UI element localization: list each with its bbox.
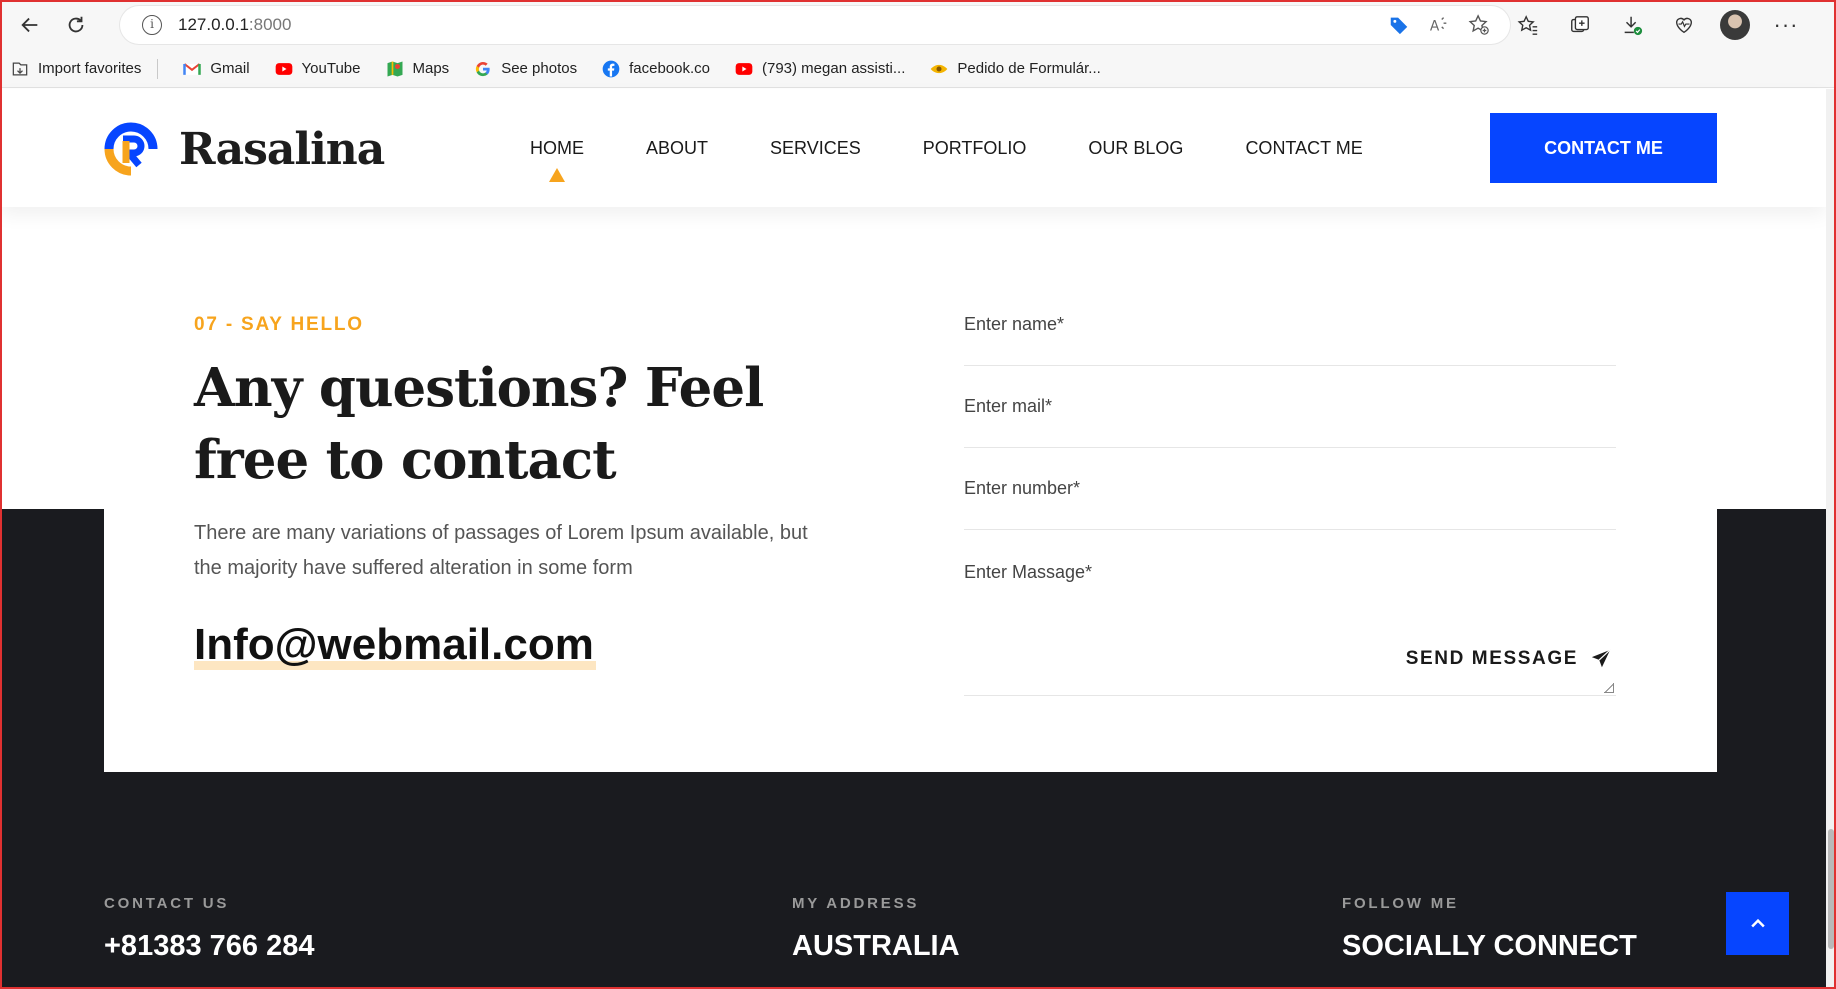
bookmark-megan[interactable]: (793) megan assisti... bbox=[734, 59, 905, 79]
footer-contact: CONTACT US +81383 766 284 bbox=[104, 895, 314, 963]
footer-phone[interactable]: +81383 766 284 bbox=[104, 930, 314, 963]
bookmark-label: See photos bbox=[501, 60, 578, 77]
footer-follow: FOLLOW ME SOCIALLY CONNECT bbox=[1342, 895, 1637, 963]
read-aloud-icon[interactable]: A bbox=[1426, 12, 1452, 38]
message-textarea[interactable] bbox=[964, 562, 1616, 642]
facebook-icon bbox=[601, 59, 621, 79]
nav-services[interactable]: SERVICES bbox=[770, 138, 861, 159]
section-title: Any questions? Feel free to contact bbox=[194, 357, 764, 491]
eye-icon bbox=[929, 59, 949, 79]
bookmark-gmail[interactable]: Gmail bbox=[182, 59, 250, 79]
bookmark-label: Pedido de Formulár... bbox=[957, 60, 1101, 77]
reload-button[interactable] bbox=[58, 7, 94, 43]
footer-social-value: SOCIALLY CONNECT bbox=[1342, 930, 1637, 962]
scrollbar-thumb[interactable] bbox=[1828, 829, 1834, 949]
page-scrollbar[interactable] bbox=[1826, 89, 1836, 989]
bookmark-label: Import favorites bbox=[38, 60, 142, 77]
mail-field-wrapper bbox=[964, 366, 1616, 448]
number-input[interactable] bbox=[964, 478, 1616, 499]
section-description: There are many variations of passages of… bbox=[194, 522, 808, 579]
url-text[interactable]: 127.0.0.1:8000 bbox=[178, 15, 291, 35]
bookmark-label: YouTube bbox=[301, 60, 361, 77]
section-eyebrow: 07 - SAY HELLO bbox=[194, 314, 364, 335]
bookmark-see-photos[interactable]: See photos bbox=[473, 59, 577, 79]
back-button[interactable] bbox=[12, 7, 48, 43]
contact-section: 07 - SAY HELLO Any questions? Feel free … bbox=[104, 216, 1717, 772]
email-input[interactable] bbox=[964, 396, 1616, 417]
footer-address: MY ADDRESS AUSTRALIA bbox=[792, 895, 960, 963]
maps-icon bbox=[385, 59, 405, 79]
site-logo[interactable]: Rasalina bbox=[103, 121, 385, 177]
nav-our-blog[interactable]: OUR BLOG bbox=[1088, 138, 1183, 159]
bookmark-label: facebook.co bbox=[629, 60, 710, 77]
profile-avatar[interactable] bbox=[1720, 10, 1750, 40]
brand-name: Rasalina bbox=[179, 123, 385, 175]
svg-text:A: A bbox=[1430, 19, 1440, 35]
send-message-button[interactable]: SEND MESSAGE bbox=[1406, 648, 1612, 670]
nav-portfolio[interactable]: PORTFOLIO bbox=[923, 138, 1027, 159]
footer-address-value: AUSTRALIA bbox=[792, 930, 960, 962]
bookmark-label: Gmail bbox=[210, 60, 250, 77]
add-favorite-icon[interactable] bbox=[1466, 12, 1492, 38]
name-field-wrapper bbox=[964, 284, 1616, 366]
nav-contact-me[interactable]: CONTACT ME bbox=[1245, 138, 1362, 159]
contact-form: SEND MESSAGE bbox=[964, 284, 1616, 696]
gmail-icon bbox=[182, 59, 202, 79]
email-link[interactable]: Info@webmail.com bbox=[194, 620, 596, 670]
bookmark-facebook[interactable]: facebook.co bbox=[601, 59, 710, 79]
downloads-icon[interactable] bbox=[1616, 9, 1648, 41]
main-nav: HOME ABOUT SERVICES PORTFOLIO OUR BLOG C… bbox=[530, 89, 1425, 207]
back-to-top-button[interactable] bbox=[1726, 892, 1789, 955]
footer-address-label: MY ADDRESS bbox=[792, 895, 920, 912]
bookmark-maps[interactable]: Maps bbox=[385, 59, 450, 79]
youtube-icon bbox=[274, 59, 294, 79]
site-header: Rasalina HOME ABOUT SERVICES PORTFOLIO O… bbox=[0, 89, 1826, 207]
message-field-wrapper: SEND MESSAGE bbox=[964, 530, 1616, 696]
chevron-up-icon bbox=[1750, 918, 1765, 927]
address-bar[interactable]: i 127.0.0.1:8000 A bbox=[120, 6, 1510, 44]
more-options-icon[interactable]: ··· bbox=[1770, 9, 1802, 41]
contact-me-button[interactable]: CONTACT ME bbox=[1490, 113, 1717, 183]
info-icon[interactable]: i bbox=[142, 15, 162, 35]
send-message-label: SEND MESSAGE bbox=[1405, 648, 1578, 669]
nav-about[interactable]: ABOUT bbox=[646, 138, 708, 159]
bookmark-label: (793) megan assisti... bbox=[761, 60, 906, 77]
bookmark-separator bbox=[157, 58, 159, 79]
collections-icon[interactable] bbox=[1564, 9, 1596, 41]
number-field-wrapper bbox=[964, 448, 1616, 530]
footer-follow-label: FOLLOW ME bbox=[1342, 895, 1459, 912]
browser-toolbar: i 127.0.0.1:8000 A ··· bbox=[0, 0, 1836, 50]
bookmark-label: Maps bbox=[412, 60, 450, 77]
reload-icon bbox=[68, 16, 84, 33]
bookmark-import-favorites[interactable]: Import favorites bbox=[10, 59, 141, 79]
tag-icon[interactable] bbox=[1386, 12, 1412, 38]
favorites-icon[interactable] bbox=[1512, 9, 1544, 41]
bookmark-pedido[interactable]: Pedido de Formulár... bbox=[929, 59, 1101, 79]
bookmarks-bar: Import favorites Gmail YouTube Maps See … bbox=[0, 50, 1836, 88]
google-icon bbox=[473, 59, 493, 79]
import-icon bbox=[10, 59, 30, 79]
bookmark-youtube[interactable]: YouTube bbox=[274, 59, 361, 79]
nav-home[interactable]: HOME bbox=[530, 138, 584, 159]
logo-icon bbox=[103, 121, 159, 177]
textarea-resize-handle[interactable] bbox=[1604, 683, 1614, 693]
footer-contact-label: CONTACT US bbox=[104, 895, 230, 912]
paper-plane-icon bbox=[1591, 649, 1611, 668]
youtube-icon bbox=[734, 59, 754, 79]
arrow-left-icon bbox=[21, 17, 38, 33]
browser-essentials-icon[interactable] bbox=[1668, 9, 1700, 41]
name-input[interactable] bbox=[964, 314, 1616, 335]
